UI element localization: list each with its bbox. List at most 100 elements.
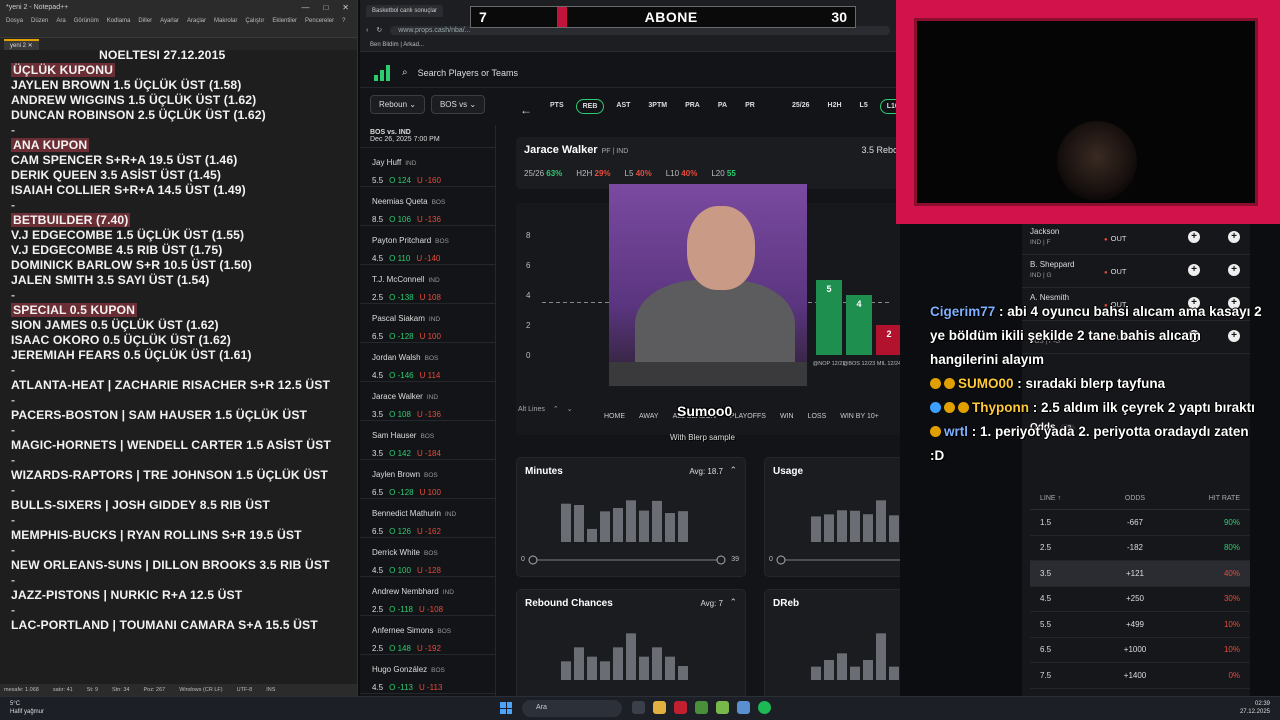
back-arrow-icon[interactable]: ←	[520, 103, 532, 117]
mini-bar[interactable]	[613, 507, 623, 542]
mini-bar[interactable]	[824, 514, 834, 542]
site-logo-icon[interactable]	[374, 64, 392, 81]
odds-row[interactable]: 3.5 +121 40%	[1030, 561, 1250, 587]
mini-bar[interactable]	[561, 661, 571, 680]
mini-bar[interactable]	[876, 633, 886, 680]
mini-bar[interactable]	[863, 660, 873, 680]
tab-pr[interactable]: PR	[739, 99, 761, 114]
player-row[interactable]: Derrick White BOS 4.5 O 100 U -128	[360, 538, 495, 577]
player-row[interactable]: Anfernee Simons BOS 2.5 O 148 U -192	[360, 616, 495, 655]
player-search-input[interactable]: Search Players or Teams	[418, 68, 518, 78]
mini-bar[interactable]	[889, 666, 899, 680]
add-icon[interactable]: +	[1188, 264, 1200, 276]
player-row[interactable]: Jarace Walker IND 3.5 O 108 U -136	[360, 382, 495, 421]
player-row[interactable]: Jay Huff IND 5.5 O 124 U -160	[360, 148, 495, 187]
menu-item[interactable]: Makrolar	[214, 18, 237, 24]
menu-item[interactable]: Eklentiler	[272, 18, 297, 24]
mini-bar[interactable]	[626, 633, 636, 680]
start-icon[interactable]	[500, 702, 512, 714]
hit-rate-item[interactable]: 25/26 63%	[524, 169, 562, 178]
mini-bar[interactable]	[678, 666, 688, 680]
menu-item[interactable]: Görünüm	[74, 18, 99, 24]
spotify-icon[interactable]	[758, 701, 771, 714]
mini-bar[interactable]	[639, 510, 649, 542]
chevron-down-icon[interactable]: ⌄	[567, 405, 573, 413]
range-slider-min-handle[interactable]	[528, 555, 538, 565]
hit-rate-item[interactable]: L20 55	[711, 169, 736, 178]
player-row[interactable]: Jordan Walsh BOS 4.5 O -146 U 114	[360, 343, 495, 382]
reload-icon[interactable]: ↻	[376, 26, 382, 34]
menu-item[interactable]: Araçlar	[187, 18, 206, 24]
odds-row[interactable]: 5.5 +499 10%	[1030, 612, 1250, 638]
mini-bar[interactable]	[652, 647, 662, 680]
mini-bar[interactable]	[837, 653, 847, 680]
mini-bar[interactable]	[613, 647, 623, 680]
tab-reb[interactable]: REB	[575, 99, 605, 114]
menu-item[interactable]: Pencereler	[305, 18, 334, 24]
odds-row[interactable]: 4.5 +250 30%	[1030, 587, 1250, 612]
mini-bar[interactable]	[587, 528, 597, 542]
opera-icon[interactable]	[674, 701, 687, 714]
mini-bar[interactable]	[863, 514, 873, 542]
tab-pra[interactable]: PRA	[679, 99, 706, 114]
weather-widget[interactable]: 5°C Hafif yağmur	[10, 700, 44, 716]
tab-ast[interactable]: AST	[610, 99, 636, 114]
player-row[interactable]: Bennedict Mathurin IND 6.5 O 126 U -162	[360, 499, 495, 538]
range-tab[interactable]: L5	[854, 99, 874, 114]
close-icon[interactable]: ✕	[342, 3, 349, 12]
filter-option[interactable]: HOME	[604, 413, 625, 420]
tab-pts[interactable]: PTS	[544, 99, 570, 114]
player-row[interactable]: Neemias Queta BOS 8.5 O 106 U -136	[360, 187, 495, 226]
explorer-icon[interactable]	[653, 701, 666, 714]
mini-bar[interactable]	[574, 505, 584, 542]
player-row[interactable]: Sam Hauser BOS 3.5 O 142 U -184	[360, 421, 495, 460]
app-icon[interactable]	[737, 701, 750, 714]
mini-bar[interactable]	[639, 656, 649, 680]
chrome-icon[interactable]	[695, 701, 708, 714]
add-icon[interactable]: +	[1188, 231, 1200, 243]
mini-bar[interactable]	[652, 500, 662, 542]
mini-bar[interactable]	[850, 510, 860, 542]
menu-item[interactable]: Düzen	[31, 18, 48, 24]
minimize-icon[interactable]: —	[301, 3, 309, 12]
player-row[interactable]: Pascal Siakam IND 6.5 O -128 U 100	[360, 304, 495, 343]
mini-bar[interactable]	[824, 660, 834, 680]
filter-option[interactable]: PLAYOFFS	[730, 413, 766, 420]
mini-bar[interactable]	[678, 511, 688, 542]
task-view-icon[interactable]	[632, 701, 645, 714]
mini-bar[interactable]	[876, 500, 886, 542]
range-slider-max-handle[interactable]	[716, 555, 726, 565]
odds-row[interactable]: 6.5 +1000 10%	[1030, 638, 1250, 663]
menu-item[interactable]: Diller	[138, 18, 152, 24]
mini-bar[interactable]	[561, 503, 571, 542]
notepad-editor[interactable]: NOELTESI 27.12.2015 ÜÇLÜK KUPONU JAYLEN BR…	[0, 44, 357, 684]
odds-column-header[interactable]: LINE ↑	[1030, 495, 1100, 502]
filter-option[interactable]: LOSS	[808, 413, 827, 420]
player-row[interactable]: T.J. McConnell IND 2.5 O -138 U 108	[360, 265, 495, 304]
odds-row[interactable]: 7.5 +1400 0%	[1030, 663, 1250, 689]
odds-row[interactable]: 1.5 -667 90%	[1030, 510, 1250, 536]
mini-bar[interactable]	[600, 661, 610, 680]
maximize-icon[interactable]: □	[323, 3, 328, 12]
range-slider-min-handle[interactable]	[776, 555, 786, 565]
player-row[interactable]: Hugo González BOS 4.5 O -113 U -113	[360, 655, 495, 694]
chevron-up-icon[interactable]: ⌃	[553, 405, 559, 413]
mini-bar[interactable]	[665, 656, 675, 680]
menu-item[interactable]: Kodlama	[107, 18, 131, 24]
mini-bar[interactable]	[889, 515, 899, 542]
range-tab[interactable]: 25/26	[786, 99, 816, 114]
team-select[interactable]: BOS vs ⌄	[430, 95, 486, 114]
menu-item[interactable]: Ayarlar	[160, 18, 179, 24]
player-row[interactable]: Jaylen Brown BOS 6.5 O -128 U 100	[360, 460, 495, 499]
hit-rate-item[interactable]: L5 40%	[625, 169, 652, 178]
player-row[interactable]: Payton Pritchard BOS 4.5 O 110 U -140	[360, 226, 495, 265]
range-tab[interactable]: H2H	[822, 99, 848, 114]
filter-option[interactable]: WIN BY 10+	[840, 413, 879, 420]
odds-row[interactable]: 2.5 -182 80%	[1030, 536, 1250, 561]
add-icon[interactable]: +	[1228, 231, 1240, 243]
filter-option[interactable]: AWAY	[639, 413, 659, 420]
mini-bar[interactable]	[574, 647, 584, 680]
menu-item[interactable]: ?	[342, 18, 345, 24]
stat-select[interactable]: Reboun ⌄	[370, 95, 425, 114]
mini-bar[interactable]	[600, 511, 610, 542]
